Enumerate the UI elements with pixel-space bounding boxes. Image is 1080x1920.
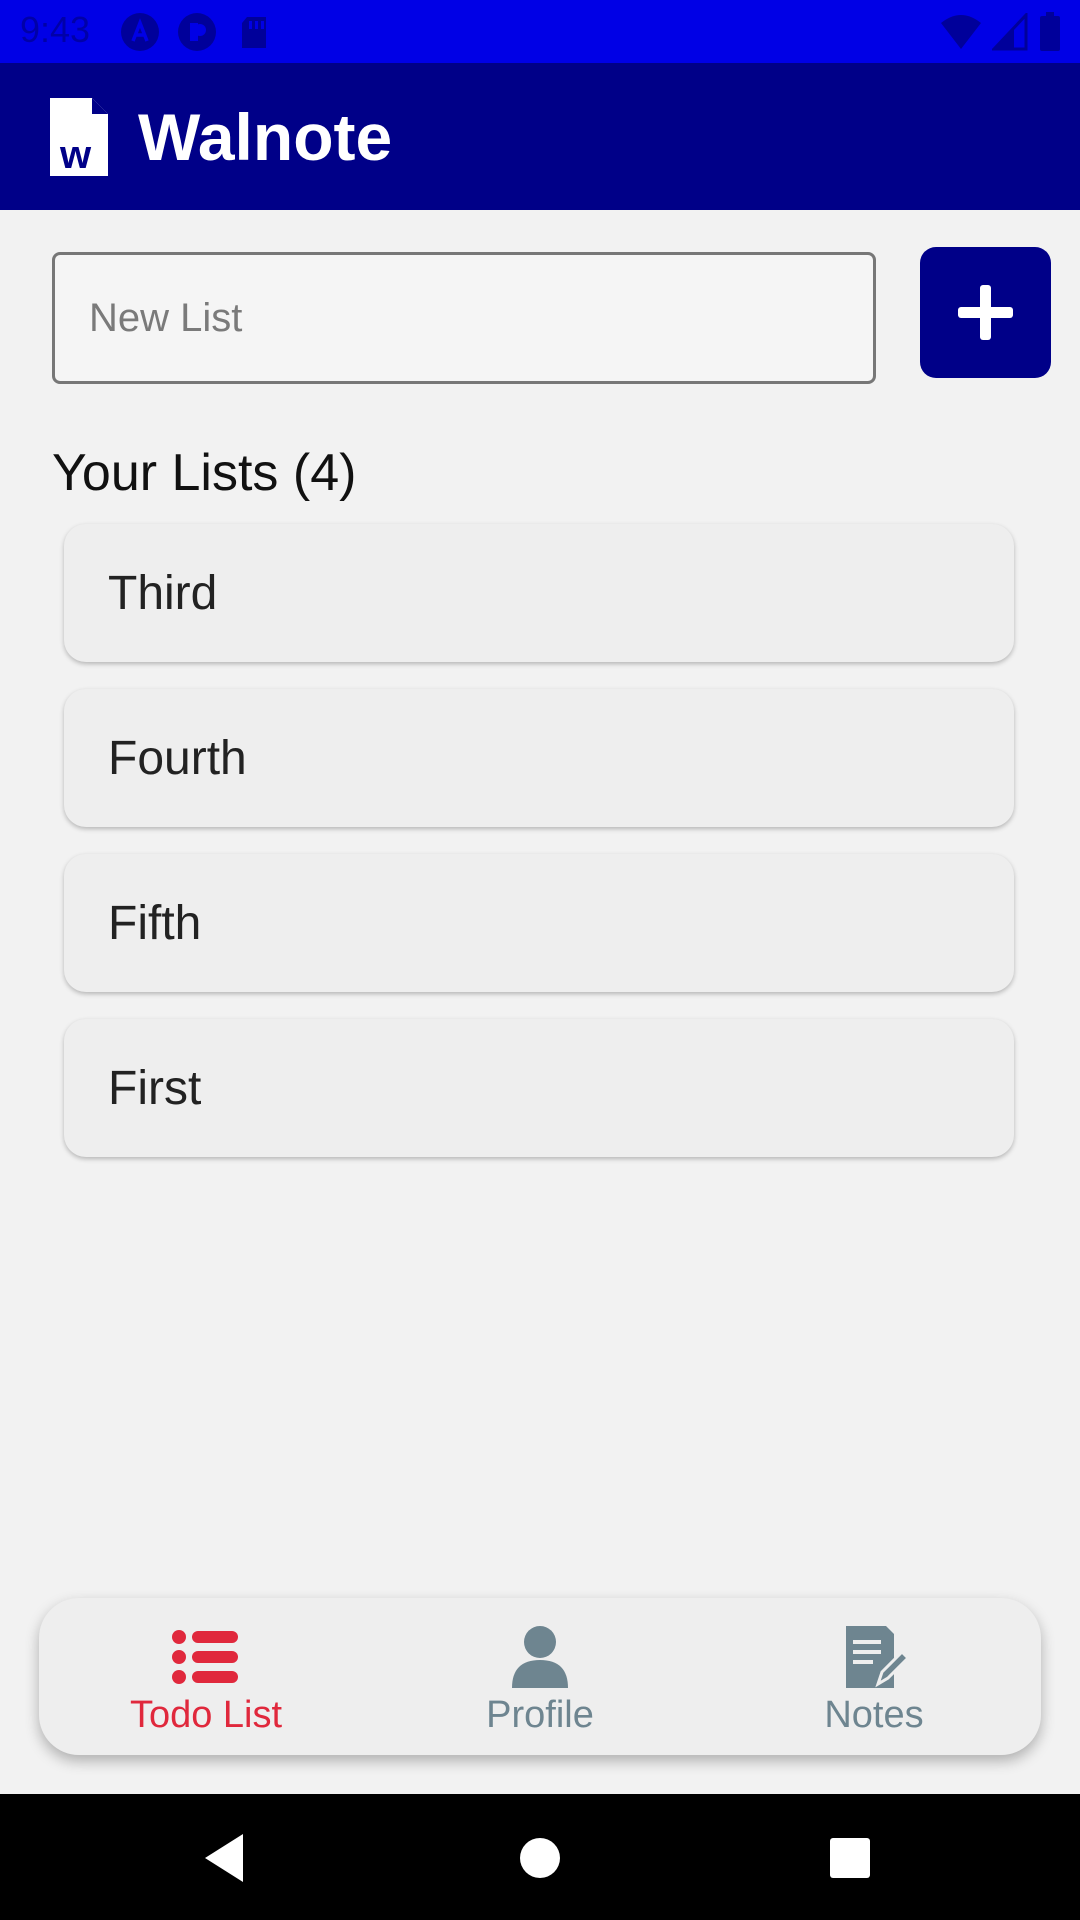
user-icon — [512, 1626, 568, 1688]
recents-icon[interactable] — [820, 1828, 880, 1888]
nav-label: Notes — [824, 1694, 924, 1736]
nav-tab-profile[interactable]: Profile — [373, 1598, 707, 1755]
list-icon — [172, 1630, 238, 1684]
bottom-nav: Todo List Profile Notes — [39, 1598, 1041, 1755]
home-icon[interactable] — [510, 1828, 570, 1888]
accessibility-icon — [121, 13, 159, 51]
nav-label: Profile — [486, 1694, 594, 1736]
back-icon[interactable] — [195, 1828, 255, 1888]
lists-container: Third Fourth Fifth First — [64, 524, 1014, 1184]
new-list-input[interactable] — [52, 252, 876, 384]
system-nav-bar — [0, 1794, 1080, 1920]
app-title: Walnote — [138, 100, 393, 174]
nav-tab-todo-list[interactable]: Todo List — [39, 1598, 373, 1755]
list-item[interactable]: Third — [64, 524, 1014, 662]
list-item-label: Fifth — [108, 896, 202, 950]
status-bar: 9:43 — [0, 0, 1080, 63]
list-item[interactable]: Fifth — [64, 854, 1014, 992]
list-item-label: Third — [108, 566, 218, 620]
app-logo: w — [50, 98, 108, 176]
wifi-icon — [941, 15, 981, 49]
add-list-button[interactable] — [920, 247, 1051, 378]
notes-icon — [846, 1626, 910, 1688]
battery-icon — [1040, 12, 1060, 51]
plus-icon — [958, 285, 1013, 340]
list-item-label: Fourth — [108, 731, 247, 785]
signal-icon — [992, 13, 1028, 51]
section-title: Your Lists (4) — [52, 444, 357, 502]
list-item[interactable]: First — [64, 1019, 1014, 1157]
svg-text:w: w — [59, 133, 92, 176]
app-bar: w Walnote — [0, 63, 1080, 210]
nav-label: Todo List — [129, 1694, 283, 1736]
sd-card-icon — [242, 17, 266, 48]
status-time: 9:43 — [20, 9, 91, 50]
list-item[interactable]: Fourth — [64, 689, 1014, 827]
nav-tab-notes[interactable]: Notes — [707, 1598, 1041, 1755]
sync-icon — [178, 13, 216, 51]
list-item-label: First — [108, 1061, 202, 1115]
